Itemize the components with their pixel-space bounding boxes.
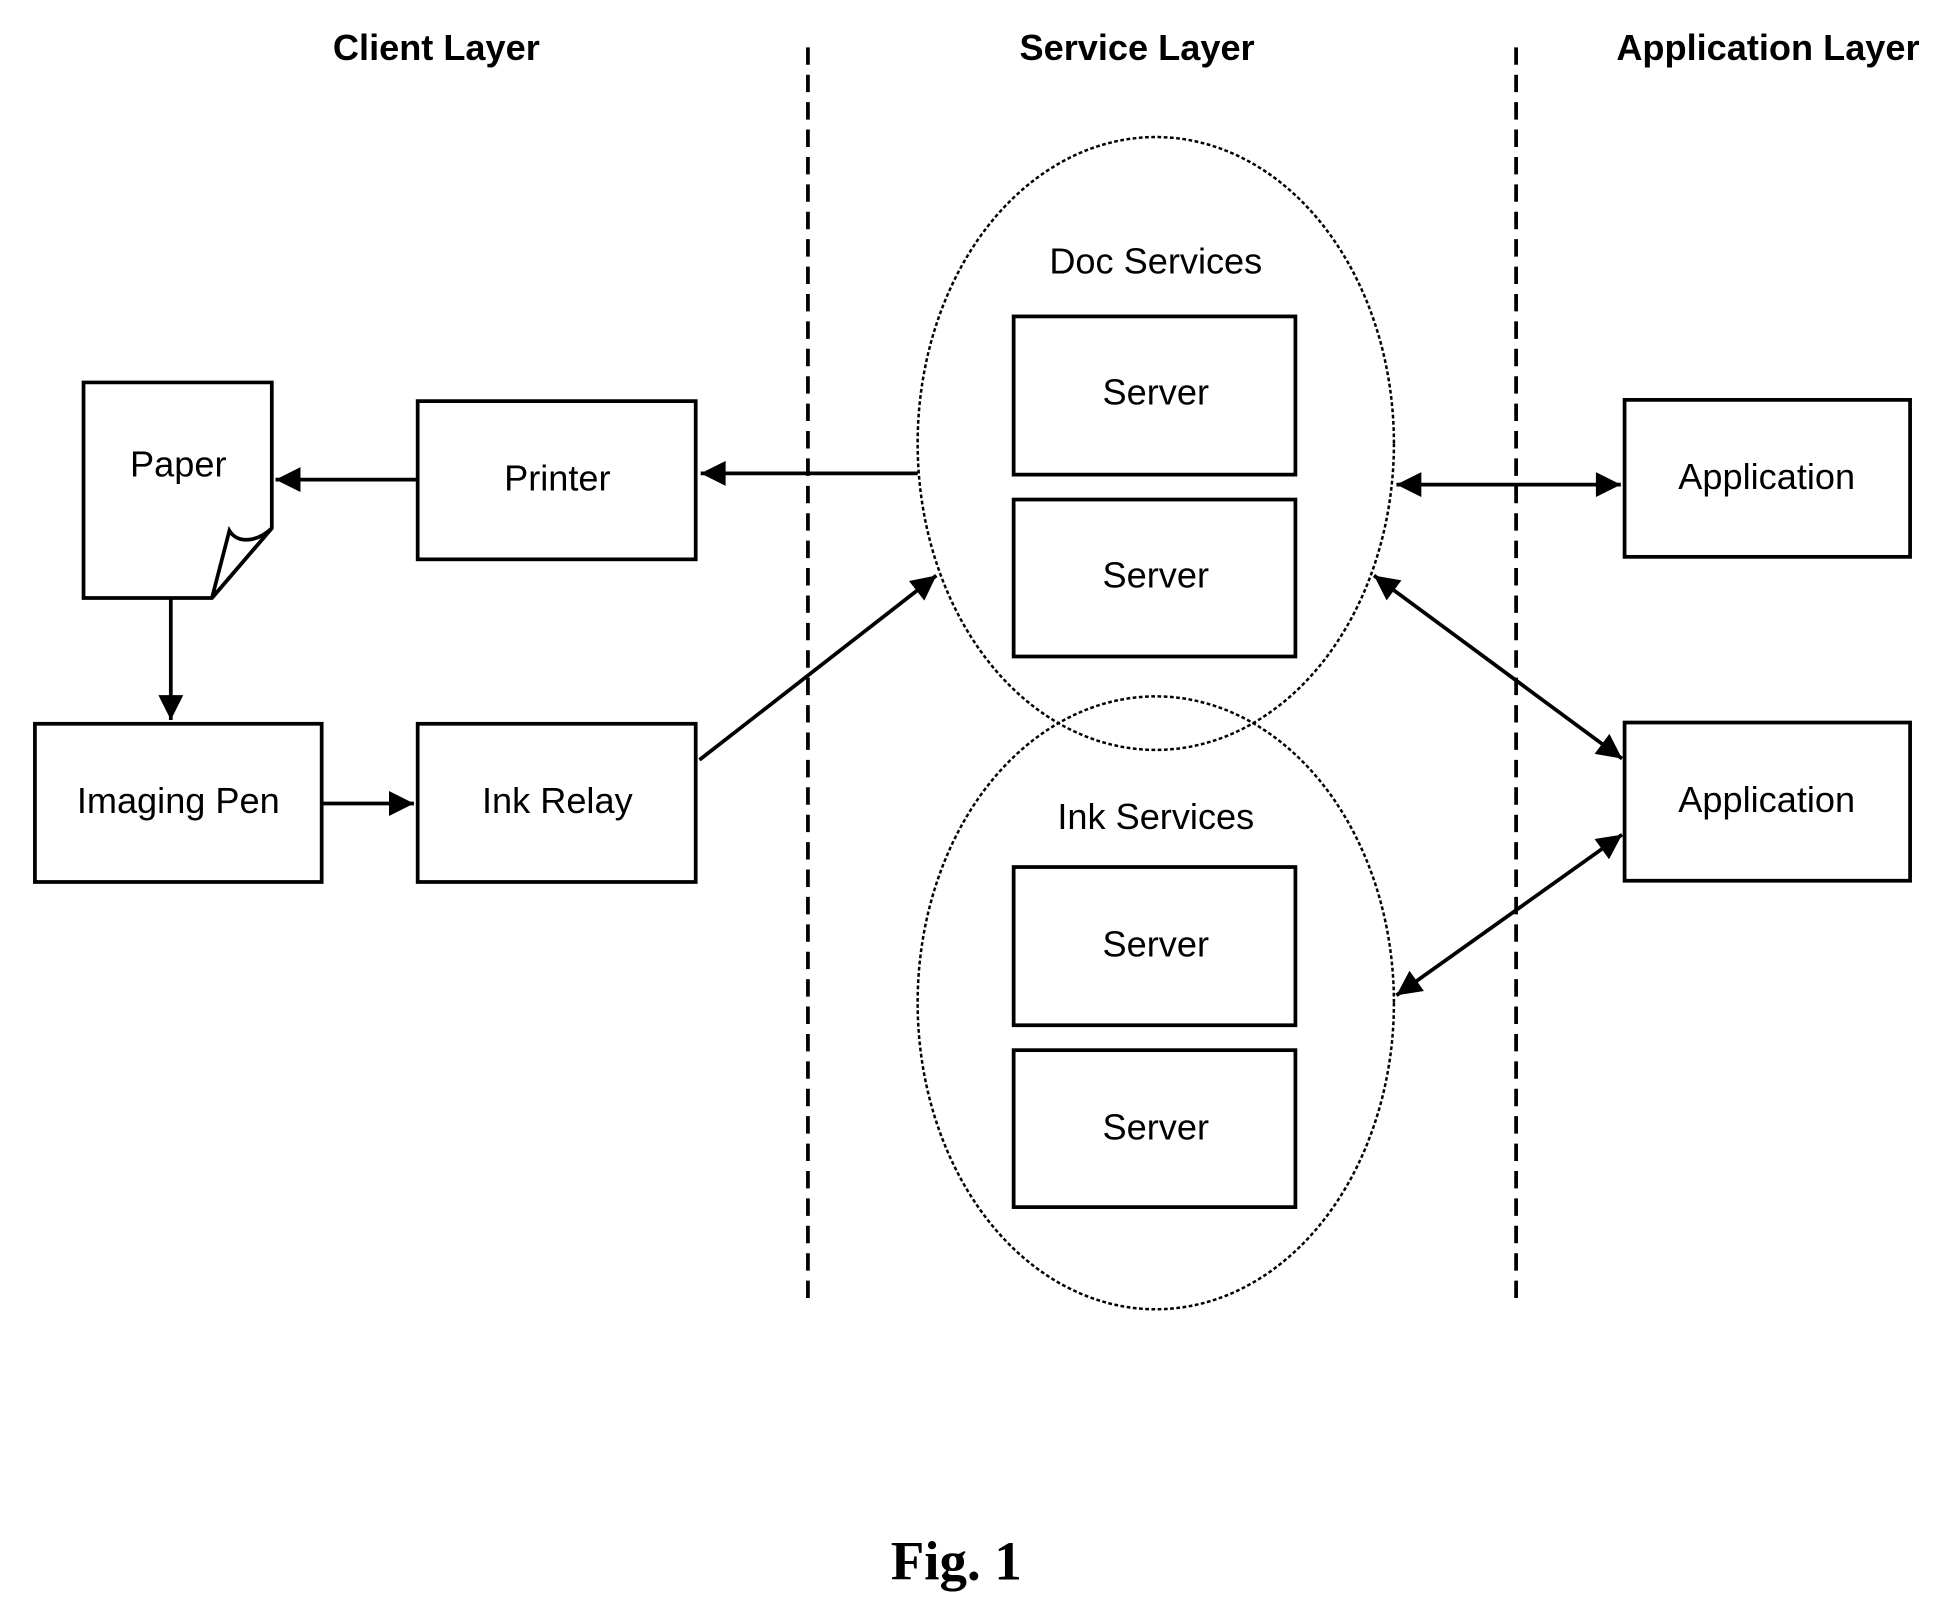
paper-node[interactable]: Paper: [81, 380, 274, 600]
doc-services-title: Doc Services: [1049, 241, 1262, 282]
application-1-label: Application: [1678, 456, 1855, 497]
paper-label: Paper: [130, 444, 226, 485]
figure-caption: Fig. 1: [891, 1531, 1022, 1592]
edge-ink-services-application-2: [1395, 833, 1624, 997]
ink-server-2-label: Server: [1103, 1106, 1209, 1147]
ink-server-1-label: Server: [1103, 923, 1209, 964]
edge-doc-services-application-2: [1372, 574, 1624, 761]
application-node-1[interactable]: Application: [1622, 398, 1912, 559]
doc-server-2-label: Server: [1103, 555, 1209, 596]
doc-server-1-label: Server: [1103, 371, 1209, 412]
ink-relay-node[interactable]: Ink Relay: [415, 721, 698, 884]
client-layer-header: Client Layer: [333, 27, 540, 68]
printer-node[interactable]: Printer: [415, 399, 698, 562]
application-2-label: Application: [1678, 779, 1855, 820]
printer-label: Printer: [504, 457, 610, 498]
doc-server-2[interactable]: Server: [1011, 497, 1298, 659]
application-layer-header: Application Layer: [1616, 27, 1919, 68]
ink-server-2[interactable]: Server: [1011, 1048, 1298, 1209]
ink-relay-label: Ink Relay: [482, 780, 633, 821]
doc-server-1[interactable]: Server: [1011, 314, 1298, 477]
architecture-diagram: Client Layer Service Layer Application L…: [33, 27, 1920, 1592]
ink-services-title: Ink Services: [1057, 796, 1254, 837]
ink-server-1[interactable]: Server: [1011, 865, 1298, 1028]
imaging-pen-label: Imaging Pen: [77, 780, 280, 821]
imaging-pen-node[interactable]: Imaging Pen: [33, 721, 324, 884]
edge-ink-relay-to-doc-services: [698, 574, 938, 762]
service-layer-header: Service Layer: [1020, 27, 1255, 68]
application-node-2[interactable]: Application: [1622, 720, 1912, 883]
